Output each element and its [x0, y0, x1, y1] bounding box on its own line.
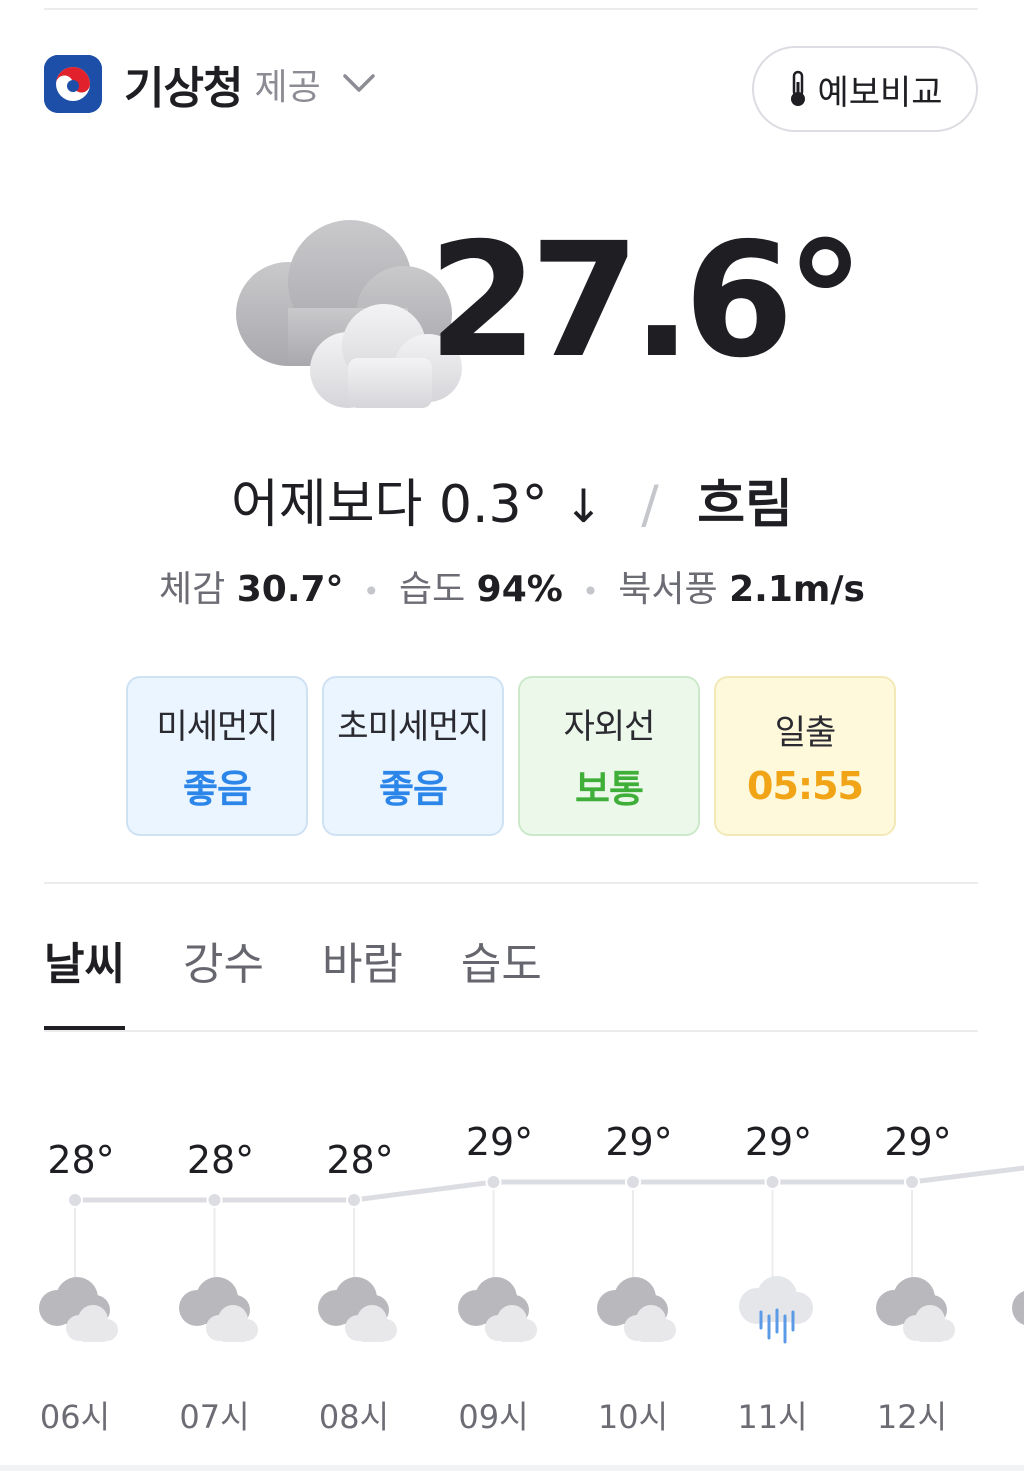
temperature-point: [904, 1174, 920, 1190]
forecast-tabs: 날씨 강수 바람 습도: [44, 928, 978, 1032]
temperature-point: [625, 1174, 641, 1190]
rain-icon: [738, 1276, 813, 1344]
badge-value: 좋음: [379, 767, 448, 811]
badge-title: 미세먼지: [156, 707, 278, 747]
cloudy-icon: [1012, 1291, 1024, 1325]
tab-wind[interactable]: 바람: [322, 928, 403, 1028]
temperature-point: [67, 1192, 83, 1208]
badge-title: 초미세먼지: [337, 707, 489, 747]
fine-dust-badge[interactable]: 미세먼지 좋음: [126, 676, 308, 836]
hour-time: 10시: [597, 1398, 669, 1436]
separator: /: [641, 475, 659, 535]
cloudy-icon: [876, 1277, 955, 1342]
feels-like-value: 30.7°: [236, 569, 344, 610]
forecast-compare-button[interactable]: 예보비교: [752, 46, 978, 132]
hour-time: 09시: [458, 1398, 529, 1436]
humidity-label: 습도: [398, 569, 466, 610]
temperature-point: [485, 1174, 502, 1190]
wind-label: 북서풍: [618, 569, 718, 610]
badge-title: 일출: [774, 712, 837, 753]
kma-logo-icon: [44, 55, 102, 113]
humidity-value: 94%: [476, 569, 563, 610]
compare-text: 어제보다 0.3°: [231, 475, 548, 535]
cloudy-icon: [178, 1277, 258, 1342]
wind-value: 2.1m/s: [729, 569, 865, 610]
forecast-compare-label: 예보비교: [817, 72, 943, 113]
dot-separator: •: [582, 575, 599, 608]
provider-selector[interactable]: 기상청 제공: [44, 55, 379, 114]
air-quality-badges: 미세먼지 좋음 초미세먼지 좋음 자외선 보통 일출 05:55: [126, 676, 896, 836]
weather-condition: 흐림: [697, 475, 793, 535]
badge-title: 자외선: [563, 707, 656, 747]
hour-time: 12시: [876, 1398, 948, 1436]
cloudy-icon: [457, 1277, 537, 1342]
hour-time: 08시: [318, 1398, 390, 1436]
hour-time: 06시: [39, 1398, 111, 1436]
badge-value: 보통: [575, 767, 644, 811]
thermometer-icon: [791, 70, 806, 106]
hour-temperature: 29°: [744, 1120, 813, 1164]
section-divider: [44, 882, 978, 884]
dot-separator: •: [363, 575, 380, 608]
ultrafine-dust-badge[interactable]: 초미세먼지 좋음: [322, 676, 504, 836]
tab-precipitation[interactable]: 강수: [183, 928, 264, 1028]
hour-time: 07시: [179, 1398, 250, 1436]
provider-name: 기상청: [124, 63, 243, 114]
provider-suffix: 제공: [254, 67, 321, 108]
chevron-down-icon: [342, 74, 375, 92]
sunrise-badge[interactable]: 일출 05:55: [714, 676, 896, 836]
hour-temperature: 29°: [465, 1120, 534, 1164]
temperature-point: [206, 1192, 223, 1208]
cloudy-icon: [39, 1277, 118, 1342]
hour-temperature: 29°: [884, 1120, 952, 1164]
top-divider: [44, 8, 978, 10]
yesterday-comparison: 어제보다 0.3° ↓ / 흐림: [0, 462, 1024, 537]
uv-badge[interactable]: 자외선 보통: [518, 676, 700, 836]
weather-details: 체감 30.7° • 습도 94% • 북서풍 2.1m/s: [0, 560, 1024, 612]
hour-temperature: 28°: [186, 1138, 255, 1182]
tab-weather[interactable]: 날씨: [44, 928, 125, 1030]
badge-value: 05:55: [747, 763, 864, 808]
hour-temperature: 28°: [326, 1138, 394, 1182]
badge-value: 좋음: [183, 767, 252, 811]
current-temperature: 27.6°: [428, 209, 865, 393]
hour-temperature: 29°: [605, 1120, 673, 1164]
tab-humidity[interactable]: 습도: [461, 928, 542, 1028]
bottom-strip: [0, 1465, 1024, 1471]
temperature-point: [764, 1174, 781, 1190]
hour-time: 11시: [737, 1398, 808, 1436]
compare-direction: ↓: [564, 479, 603, 533]
hourly-forecast[interactable]: 28° 06시 28° 07시 28° 08시 29° 09시 29° 10시 29° 11시 29° 1…: [0, 1080, 1024, 1471]
feels-like-label: 체감: [159, 569, 226, 610]
cloudy-icon: [318, 1277, 397, 1342]
cloudy-icon: [597, 1277, 676, 1342]
temperature-point: [346, 1192, 362, 1208]
hour-temperature: 28°: [47, 1138, 115, 1182]
